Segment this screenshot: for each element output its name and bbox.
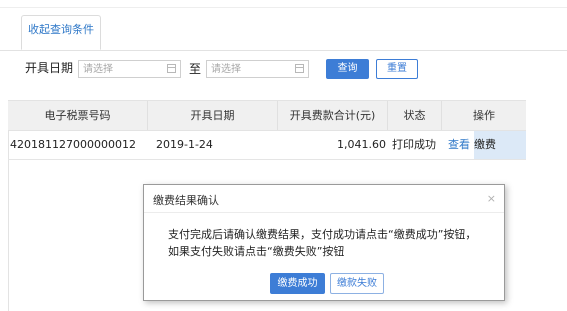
pay-link[interactable]: 缴费 xyxy=(474,131,526,159)
dialog-title: 缴费结果确认 xyxy=(153,194,219,207)
payment-fail-button[interactable]: 缴款失败 xyxy=(330,273,384,294)
ticket-number-cell: 420181127000000012 xyxy=(10,138,136,151)
end-date-field[interactable] xyxy=(206,60,309,78)
end-date-input[interactable] xyxy=(207,61,291,78)
column-header-ticket-no: 电子税票号码 xyxy=(8,101,148,130)
tab-collapse-query[interactable]: 收起查询条件 xyxy=(21,15,101,50)
table-header: 电子税票号码 开具日期 开具费款合计(元) 状态 操作 xyxy=(8,100,526,131)
dialog-message-line-2: 如果支付失败请点击“缴费失败”按钮 xyxy=(168,245,345,258)
column-header-date: 开具日期 xyxy=(148,101,278,130)
tab-bar: 收起查询条件 xyxy=(0,0,567,51)
start-date-input[interactable] xyxy=(79,61,163,78)
dialog-header: 缴费结果确认 × xyxy=(144,185,504,213)
top-divider xyxy=(0,7,567,8)
calendar-icon[interactable] xyxy=(295,64,304,73)
payment-success-button[interactable]: 缴费成功 xyxy=(270,273,325,294)
dialog-message: 支付完成后请确认缴费结果，支付成功请点击“缴费成功”按钮， 如果支付失败请点击“… xyxy=(168,226,500,260)
amount-cell: 1,041.60 xyxy=(337,138,386,151)
status-cell: 打印成功 xyxy=(392,138,436,151)
start-date-field[interactable] xyxy=(78,60,181,78)
view-link[interactable]: 查看 xyxy=(448,131,470,159)
date-cell: 2019-1-24 xyxy=(156,138,213,151)
date-filter-label: 开具日期 xyxy=(25,61,74,75)
reset-button[interactable]: 重置 xyxy=(376,59,418,79)
close-icon[interactable]: × xyxy=(487,192,496,205)
column-header-status: 状态 xyxy=(388,101,442,130)
results-table: 电子税票号码 开具日期 开具费款合计(元) 状态 操作 420181127000… xyxy=(8,100,526,160)
calendar-icon[interactable] xyxy=(167,64,176,73)
column-header-amount: 开具费款合计(元) xyxy=(278,101,388,130)
to-label: 至 xyxy=(189,62,202,76)
dialog-message-line-1: 支付完成后请确认缴费结果，支付成功请点击“缴费成功”按钮， xyxy=(168,228,477,241)
query-button[interactable]: 查询 xyxy=(326,59,369,79)
table-row: 420181127000000012 2019-1-24 1,041.60 打印… xyxy=(8,131,526,160)
column-header-action: 操作 xyxy=(473,109,495,122)
payment-confirm-dialog: 缴费结果确认 × 支付完成后请确认缴费结果，支付成功请点击“缴费成功”按钮， 如… xyxy=(143,184,505,301)
